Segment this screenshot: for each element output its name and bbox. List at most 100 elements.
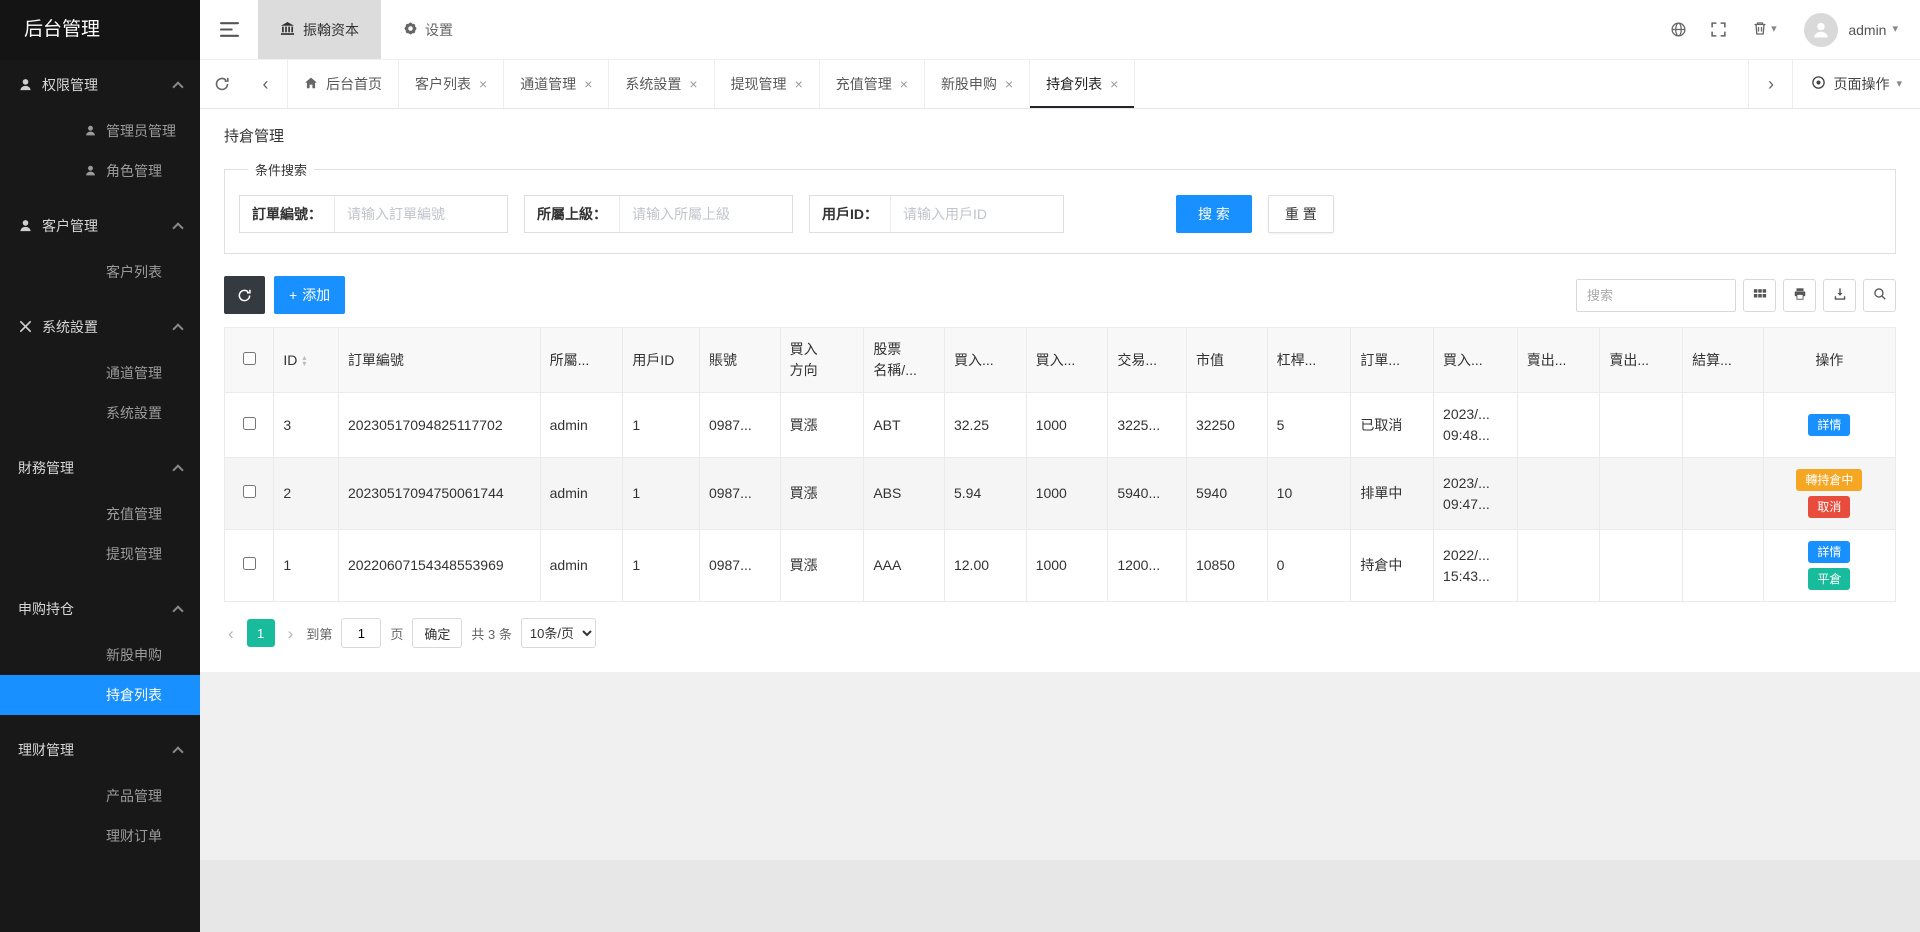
close-icon[interactable]: × — [584, 77, 592, 91]
order-no-input[interactable] — [335, 196, 507, 232]
sidebar-group-permission[interactable]: 权限管理 — [0, 60, 200, 109]
filter-row: 訂單編號： 所屬上級： 用戶ID： 搜 索 重 置 — [239, 195, 1881, 233]
caret-down-icon: ▾ — [1771, 24, 1777, 35]
sidebar-group-position[interactable]: 申购持仓 — [0, 584, 200, 633]
sidebar-item-ipo-subscribe[interactable]: 新股申购 — [0, 635, 200, 675]
user-menu[interactable]: admin ▾ — [1848, 22, 1898, 38]
cell-sell-price — [1517, 530, 1600, 602]
detail-button[interactable]: 詳情 — [1808, 414, 1850, 436]
sort-icon[interactable]: ▴▾ — [302, 355, 306, 367]
magnifier-icon — [1873, 287, 1887, 304]
tab-position-list[interactable]: 持倉列表 × — [1030, 60, 1135, 108]
tab-system-settings[interactable]: 系统設置 × — [609, 60, 714, 108]
row-checkbox[interactable] — [243, 557, 256, 570]
settings-tab[interactable]: 设置 — [381, 0, 475, 59]
cell-buy-price: 12.00 — [944, 530, 1026, 602]
scroll-tabs-left-icon[interactable]: ‹ — [244, 60, 288, 108]
sidebar-item-customer-list[interactable]: 客户列表 — [0, 252, 200, 292]
confirm-page-button[interactable]: 确定 — [412, 618, 462, 648]
page-size-select[interactable]: 10条/页 — [521, 618, 596, 648]
sidebar-item-position-list[interactable]: 持倉列表 — [0, 675, 200, 715]
refresh-button[interactable] — [224, 276, 265, 314]
tab-channel-manage[interactable]: 通道管理 × — [504, 60, 609, 108]
row-checkbox[interactable] — [243, 417, 256, 430]
refresh-tabs-icon[interactable] — [200, 60, 244, 108]
transfer-position-button[interactable]: 轉持倉中 — [1796, 469, 1862, 491]
tab-recharge-manage[interactable]: 充值管理 × — [820, 60, 925, 108]
sidebar-group-finance[interactable]: 財務管理 — [0, 443, 200, 492]
cell-account: 0987... — [699, 458, 780, 530]
sidebar-item-wealth-orders[interactable]: 理财订单 — [0, 816, 200, 856]
sidebar-item-recharge-manage[interactable]: 充值管理 — [0, 494, 200, 534]
select-all-checkbox[interactable] — [243, 352, 256, 365]
menu-group-wealth: 理财管理 产品管理 理财订单 — [0, 725, 200, 866]
reset-button[interactable]: 重 置 — [1268, 195, 1334, 233]
chevron-up-icon — [172, 464, 183, 475]
close-position-button[interactable]: 平倉 — [1808, 568, 1850, 590]
table-search-input[interactable] — [1576, 279, 1736, 312]
tab-ipo-subscribe[interactable]: 新股申购 × — [925, 60, 1030, 108]
scroll-tabs-right-icon[interactable]: › — [1748, 60, 1792, 108]
trash-dropdown[interactable]: ▾ — [1738, 0, 1790, 59]
add-button[interactable]: + 添加 — [274, 276, 345, 314]
page-operations-dropdown[interactable]: 页面操作 ▾ — [1792, 60, 1920, 108]
top-header: 振翰资本 设置 ▾ admin ▾ — [200, 0, 1920, 60]
cell-parent: admin — [540, 530, 623, 602]
parent-input[interactable] — [620, 196, 792, 232]
columns-toggle-button[interactable] — [1743, 279, 1776, 312]
sidebar-group-customer[interactable]: 客户管理 — [0, 201, 200, 250]
print-button[interactable] — [1783, 279, 1816, 312]
tab-home[interactable]: 后台首页 — [288, 60, 399, 108]
globe-icon[interactable] — [1658, 0, 1698, 59]
sidebar-group-wealth[interactable]: 理财管理 — [0, 725, 200, 774]
avatar[interactable] — [1804, 13, 1838, 47]
menu-items: 通道管理 系统設置 — [0, 351, 200, 443]
sidebar-group-system[interactable]: 系统設置 — [0, 302, 200, 351]
sidebar-item-withdraw-manage[interactable]: 提现管理 — [0, 534, 200, 574]
col-buy-num: 買入... — [1026, 328, 1108, 393]
sidebar-item-role-manage[interactable]: 角色管理 — [0, 151, 200, 191]
sidebar-toggle-icon[interactable] — [200, 0, 258, 59]
goto-page-input[interactable] — [341, 618, 381, 648]
user-id-input[interactable] — [891, 196, 1063, 232]
sidebar-item-channel-manage[interactable]: 通道管理 — [0, 353, 200, 393]
menu-items: 管理员管理 角色管理 — [0, 109, 200, 201]
tab-label: 持倉列表 — [1046, 74, 1102, 94]
close-icon[interactable]: × — [689, 77, 697, 91]
cancel-button[interactable]: 取消 — [1808, 496, 1850, 518]
search-toggle-button[interactable] — [1863, 279, 1896, 312]
page-number-active[interactable]: 1 — [247, 619, 275, 647]
next-page-icon[interactable]: › — [284, 625, 298, 642]
close-icon[interactable]: × — [1005, 77, 1013, 91]
main-column: 振翰资本 设置 ▾ admin ▾ — [200, 0, 1920, 932]
cell-user-id: 1 — [623, 393, 700, 458]
sidebar-item-product-manage[interactable]: 产品管理 — [0, 776, 200, 816]
detail-button[interactable]: 詳情 — [1808, 541, 1850, 563]
sidebar-item-system-settings[interactable]: 系统設置 — [0, 393, 200, 433]
row-checkbox[interactable] — [243, 485, 256, 498]
brand-tab[interactable]: 振翰资本 — [258, 0, 381, 59]
home-icon — [304, 76, 318, 93]
content-panel: 持倉管理 条件搜索 訂單編號： 所屬上級： 用戶ID： — [200, 109, 1920, 672]
col-parent: 所屬... — [540, 328, 623, 393]
fullscreen-icon[interactable] — [1698, 0, 1738, 59]
close-icon[interactable]: × — [1110, 77, 1118, 91]
cell-market: 10850 — [1186, 530, 1267, 602]
plus-icon: + — [289, 287, 297, 303]
close-icon[interactable]: × — [795, 77, 803, 91]
export-button[interactable] — [1823, 279, 1856, 312]
prev-page-icon[interactable]: ‹ — [224, 625, 238, 642]
table-toolbar: + 添加 — [224, 276, 1896, 314]
tab-withdraw-manage[interactable]: 提现管理 × — [715, 60, 820, 108]
tab-customer-list[interactable]: 客户列表 × — [399, 60, 504, 108]
filter-panel: 条件搜索 訂單編號： 所屬上級： 用戶ID： — [224, 160, 1896, 254]
sidebar-item-admin-manage[interactable]: 管理员管理 — [0, 111, 200, 151]
search-button[interactable]: 搜 索 — [1176, 195, 1252, 233]
close-icon[interactable]: × — [479, 77, 487, 91]
sidebar: 后台管理 权限管理 管理员管理 角色管理 — [0, 0, 200, 932]
col-buy-time: 買入... — [1434, 328, 1518, 393]
page-ops-label: 页面操作 — [1833, 74, 1889, 94]
tab-label: 提现管理 — [731, 74, 787, 94]
cell-id: 2 — [274, 458, 339, 530]
close-icon[interactable]: × — [900, 77, 908, 91]
